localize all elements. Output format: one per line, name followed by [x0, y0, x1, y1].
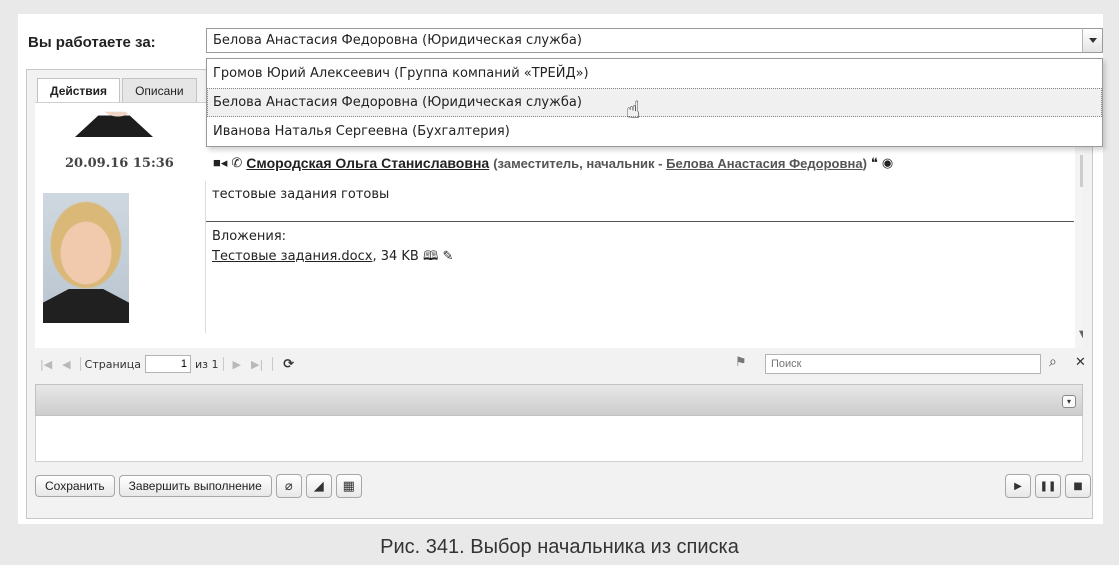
paperclip-icon[interactable]: ⌀ [275, 474, 302, 498]
figure-caption: Рис. 341. Выбор начальника из списка [380, 536, 739, 558]
message-header: ■◂ ✆ Смородская Ольга Станиславовна (зам… [213, 155, 893, 171]
save-button[interactable]: Сохранить [35, 475, 115, 497]
stop-icon[interactable]: ■ [1065, 474, 1091, 498]
author-role: (заместитель, начальник - Белова Анастас… [493, 156, 867, 171]
chevron-down-icon[interactable] [1082, 28, 1103, 53]
grid-header: ▾ [35, 384, 1083, 416]
search-input[interactable] [765, 354, 1041, 374]
tab-actions[interactable]: Действия [37, 78, 121, 102]
video-camera-icon[interactable]: ■◂ [213, 155, 227, 171]
refresh-icon[interactable]: ⟳ [283, 357, 294, 372]
avatar [75, 111, 153, 137]
boss-link[interactable]: Белова Анастасия Федоровна [666, 156, 862, 171]
first-page-icon[interactable]: |◀ [40, 358, 52, 371]
pencil-icon[interactable]: ✎ [442, 249, 453, 264]
button-toolbar: Сохранить Завершить выполнение ⌀ ◢ ▦ ▶ ❚… [35, 474, 1091, 498]
phone-icon[interactable]: ✆ [231, 155, 242, 171]
tab-description[interactable]: Описани [122, 78, 197, 102]
flag-icon[interactable]: ⚑ [735, 355, 747, 370]
author-avatar [43, 193, 129, 323]
work-as-dropdown-list: Громов Юрий Алексеевич (Группа компаний … [206, 58, 1103, 147]
pause-icon[interactable]: ❚❚ [1035, 474, 1061, 498]
divider [222, 357, 224, 371]
pagination-bar: |◀ ◀ Страница из 1 ▶ ▶| ⟳ ⚑ ⌕ ✕ [35, 353, 1091, 375]
last-page-icon[interactable]: ▶| [251, 358, 263, 371]
prev-page-icon[interactable]: ◀ [62, 358, 70, 371]
search-icon[interactable]: ⌕ [1049, 354, 1057, 370]
hand-cursor-icon: ☝ [626, 96, 641, 124]
message-datetime: 20.09.16 15:36 [65, 156, 174, 171]
dropdown-option[interactable]: Иванова Наталья Сергеевна (Бухгалтерия) [207, 117, 1102, 146]
attachment-link[interactable]: Тестовые задания.docx [212, 249, 372, 264]
grid-body [35, 416, 1083, 462]
attachment-size: , 34 KB [372, 249, 419, 264]
tab-strip: Действия Описани [37, 78, 199, 102]
scroll-thumb[interactable] [1080, 155, 1083, 187]
divider [206, 221, 1074, 222]
page-number-input[interactable] [145, 355, 192, 373]
sign-icon[interactable]: ◢ [305, 474, 332, 498]
attachment-item: Тестовые задания.docx, 34 KB 🕮 ✎ [212, 247, 453, 269]
message-body: тестовые задания готовы Вложения: Тестов… [205, 181, 1074, 333]
message-text: тестовые задания готовы [212, 187, 390, 202]
page-total: из 1 [195, 357, 219, 371]
work-as-combobox[interactable]: Белова Анастасия Федоровна (Юридическая … [206, 28, 1094, 53]
eye-icon[interactable]: ◉ [882, 155, 893, 171]
chevron-down-icon[interactable]: ▼ [1079, 329, 1083, 340]
divider [79, 357, 81, 371]
page-label: Страница [84, 357, 142, 371]
chevron-down-icon[interactable]: ▾ [1062, 395, 1076, 408]
org-chart-icon[interactable]: ▦ [335, 474, 362, 498]
work-as-label: Вы работаете за: [28, 34, 156, 51]
divider [272, 357, 274, 371]
media-controls: ▶ ❚❚ ■ [1001, 474, 1091, 498]
author-link[interactable]: Смородская Ольга Станиславовна [246, 155, 489, 171]
next-page-icon[interactable]: ▶ [233, 358, 241, 371]
close-icon[interactable]: ✕ [1075, 355, 1086, 370]
quote-icon[interactable]: ❝ [871, 155, 878, 171]
role-prefix: (заместитель, начальник - [493, 155, 667, 171]
attachments-label: Вложения: [212, 229, 287, 244]
complete-button[interactable]: Завершить выполнение [118, 475, 272, 497]
dropdown-option-hovered[interactable]: Белова Анастасия Федоровна (Юридическая … [207, 88, 1102, 117]
play-icon[interactable]: ▶ [1005, 474, 1031, 498]
role-suffix: ) [862, 155, 867, 171]
dropdown-option[interactable]: Громов Юрий Алексеевич (Группа компаний … [207, 59, 1102, 88]
open-book-icon[interactable]: 🕮 [423, 249, 438, 264]
